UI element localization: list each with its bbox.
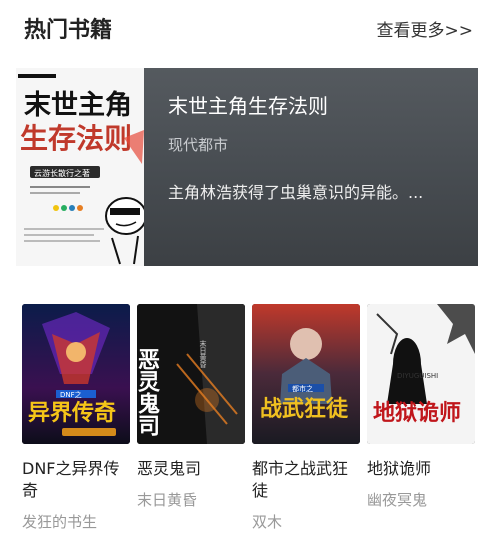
book-cover-title: 地狱诡师	[373, 400, 461, 426]
featured-book-title: 末世主角生存法则	[168, 94, 328, 118]
section-title: 热门书籍	[24, 18, 113, 43]
featured-book-card[interactable]: 末世主角 生存法则 云游长散行之著 末世主角生存法则 现代都市 主角林浩获得了虫…	[16, 68, 478, 266]
book-author: 末日黄昏	[137, 491, 198, 509]
featured-cover-author-tag: 云游长散行之著	[34, 168, 90, 178]
featured-book-genre: 现代都市	[168, 136, 229, 154]
book-cover-badge: DNF之	[60, 390, 82, 399]
book-grid: DNF之 异界传奇 DNF之异界传奇 发狂的书生 恶灵鬼司 末日黄昏 恶灵鬼司 …	[0, 304, 495, 544]
book-cover[interactable]: DIYUGUISHI 地狱诡师	[367, 304, 475, 444]
book-cover-badge: 都市之	[292, 384, 313, 393]
featured-cover-art: 末世主角 生存法则 云游长散行之著	[16, 68, 148, 266]
book-cover-title: 异界传奇	[28, 400, 116, 426]
book-author: 发狂的书生	[22, 513, 98, 531]
book-cover-art: 都市之 战武狂徒	[252, 304, 360, 444]
view-more-link[interactable]: 查看更多>>	[377, 16, 474, 41]
book-cover[interactable]: 都市之 战武狂徒	[252, 304, 360, 444]
featured-book-info[interactable]: 末世主角生存法则 现代都市 主角林浩获得了虫巢意识的异能。...	[144, 68, 478, 266]
featured-book-description: 主角林浩获得了虫巢意识的异能。...	[168, 183, 424, 202]
book-author: 幽夜冥鬼	[367, 491, 428, 509]
book-title[interactable]: 恶灵鬼司	[137, 458, 237, 480]
featured-cover-title-line2: 生存法则	[20, 122, 132, 155]
book-author: 双木	[252, 513, 283, 531]
book-cover-art: DNF之 异界传奇	[22, 304, 130, 444]
book-cover[interactable]: DNF之 异界传奇	[22, 304, 130, 444]
book-item[interactable]: 恶灵鬼司 末日黄昏 恶灵鬼司 末日黄昏	[137, 304, 247, 510]
book-title[interactable]: 都市之战武狂徒	[252, 458, 352, 502]
book-title[interactable]: 地狱诡师	[367, 458, 467, 480]
book-cover-badge: 末日黄昏	[199, 339, 207, 369]
book-cover[interactable]: 恶灵鬼司 末日黄昏	[137, 304, 245, 444]
book-cover-art: DIYUGUISHI 地狱诡师	[367, 304, 475, 444]
book-item[interactable]: DNF之 异界传奇 DNF之异界传奇 发狂的书生	[22, 304, 132, 532]
book-cover-art: 恶灵鬼司 末日黄昏	[137, 304, 245, 444]
featured-cover-title-line1: 末世主角	[24, 89, 132, 121]
book-cover-badge: DIYUGUISHI	[397, 372, 438, 380]
section-header: 热门书籍 查看更多>>	[0, 0, 495, 56]
book-item[interactable]: DIYUGUISHI 地狱诡师 地狱诡师 幽夜冥鬼	[367, 304, 477, 510]
book-cover-title: 恶灵鬼司	[137, 348, 160, 436]
book-title[interactable]: DNF之异界传奇	[22, 458, 122, 502]
book-item[interactable]: 都市之 战武狂徒 都市之战武狂徒 双木	[252, 304, 362, 532]
featured-book-cover[interactable]: 末世主角 生存法则 云游长散行之著	[16, 68, 148, 266]
book-cover-title: 战武狂徒	[260, 396, 349, 422]
